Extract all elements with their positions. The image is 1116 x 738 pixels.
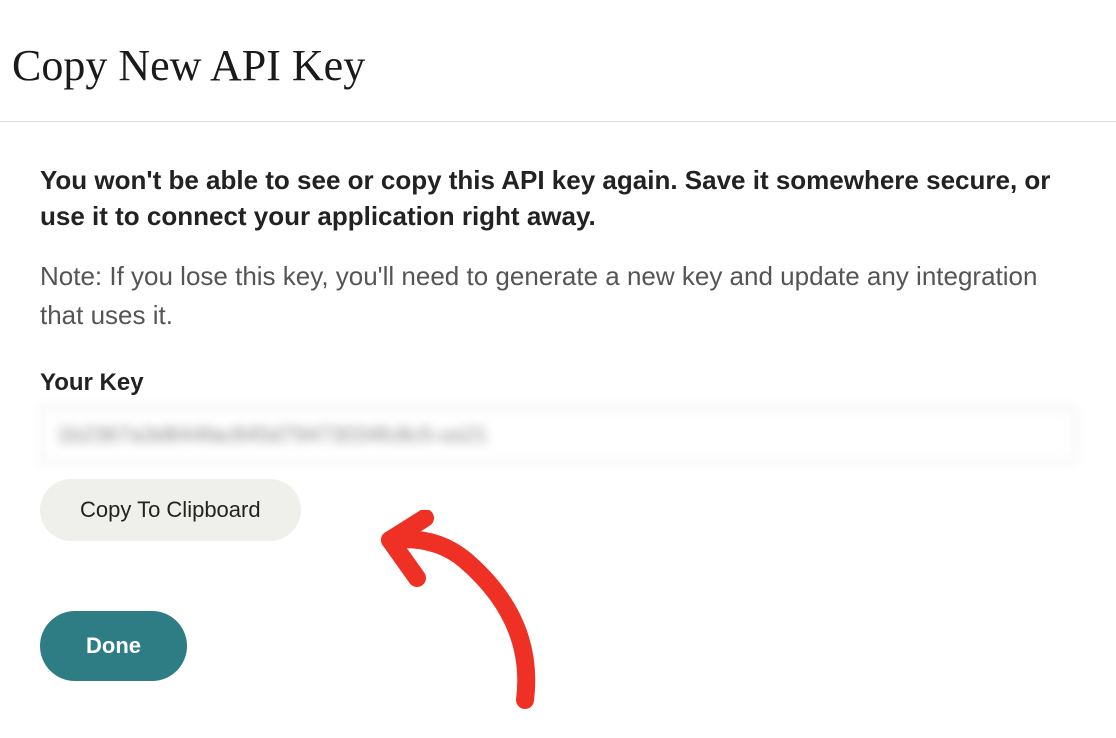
warning-text: You won't be able to see or copy this AP… [40,162,1076,235]
key-field-label: Your Key [40,369,1076,397]
page-title: Copy New API Key [0,0,1116,121]
api-key-field[interactable] [40,407,1076,463]
note-text: Note: If you lose this key, you'll need … [40,257,1076,335]
content-panel: You won't be able to see or copy this AP… [0,122,1116,681]
copy-to-clipboard-button[interactable]: Copy To Clipboard [40,479,301,541]
done-button[interactable]: Done [40,611,187,681]
